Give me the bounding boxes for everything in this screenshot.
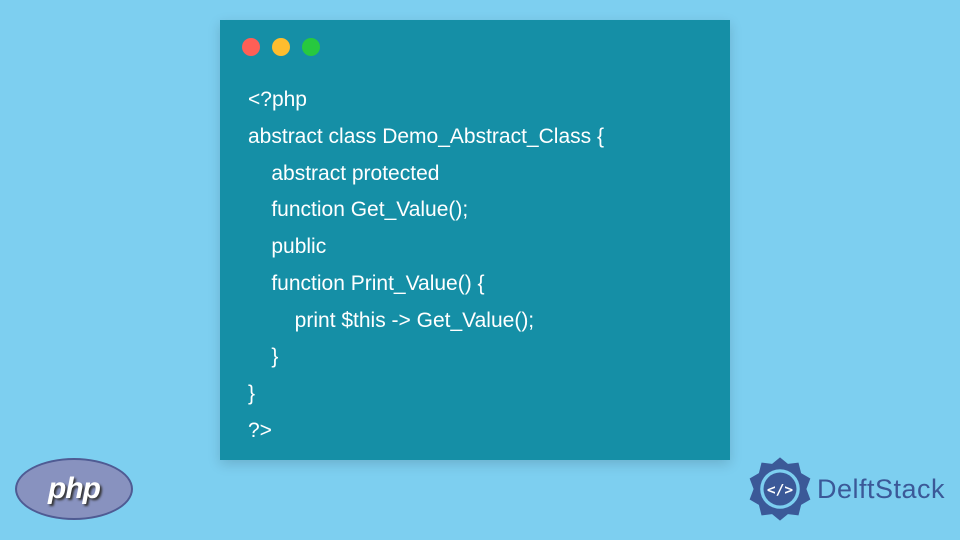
window-dot-maximize-icon [302, 38, 320, 56]
delftstack-logo-text: DelftStack [817, 474, 945, 505]
code-window: <?php abstract class Demo_Abstract_Class… [220, 20, 730, 460]
php-logo-text: php [48, 472, 100, 506]
window-dot-minimize-icon [272, 38, 290, 56]
window-controls [220, 20, 730, 64]
delftstack-gear-icon: </> [747, 456, 813, 522]
code-content: <?php abstract class Demo_Abstract_Class… [220, 64, 730, 468]
php-logo-ellipse: php [15, 458, 133, 520]
window-dot-close-icon [242, 38, 260, 56]
delftstack-logo: </> DelftStack [747, 456, 945, 522]
php-logo: php [15, 458, 133, 520]
delftstack-icon-inner: </> [767, 482, 793, 498]
